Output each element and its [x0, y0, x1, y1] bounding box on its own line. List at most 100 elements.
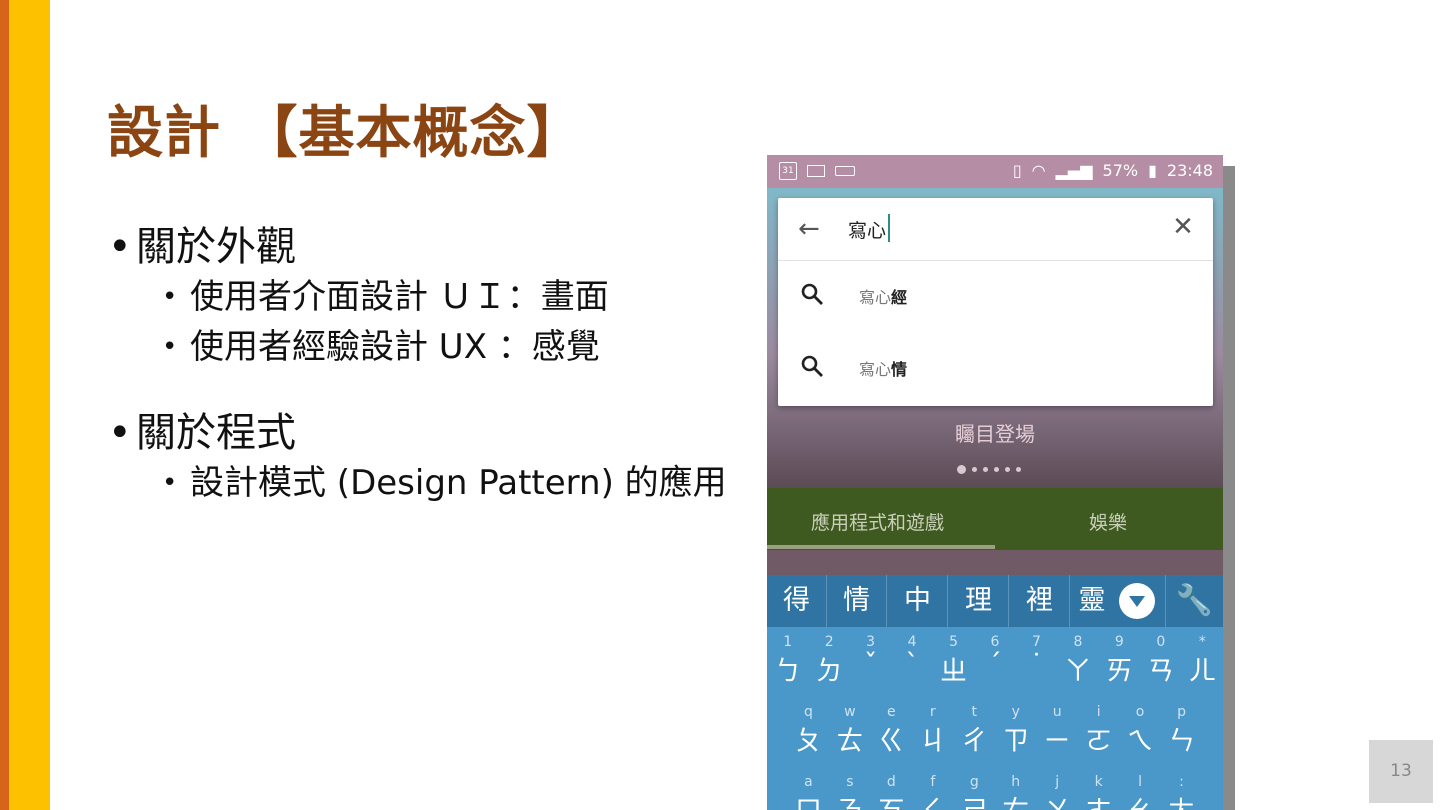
- candidate-word[interactable]: 裡: [1010, 575, 1070, 627]
- key-hint: 2: [824, 634, 834, 650]
- keyboard-key[interactable]: jㄨ: [1036, 767, 1077, 810]
- bullet-appearance: 關於外觀: [108, 222, 727, 272]
- expand-candidates-icon[interactable]: [1119, 583, 1155, 619]
- key-hint: 0: [1156, 634, 1166, 650]
- keyboard-key[interactable]: 0ㄢ: [1140, 627, 1181, 687]
- key-hint: h: [1011, 774, 1021, 790]
- accent-bar-yellow: [9, 0, 50, 810]
- search-dropdown: ← ✕ 寫心經 寫心情: [778, 198, 1213, 406]
- key-hint: 1: [783, 634, 793, 650]
- keyboard-key[interactable]: rㄐ: [912, 697, 953, 757]
- candidate-word[interactable]: 中: [888, 575, 948, 627]
- key-hint: 3: [866, 634, 876, 650]
- candidate-word[interactable]: 理: [949, 575, 1009, 627]
- keyboard-key[interactable]: 3ˇ: [850, 627, 891, 687]
- keyboard-key[interactable]: aㄇ: [788, 767, 829, 810]
- key-hint: p: [1177, 704, 1186, 720]
- suggestion-item[interactable]: 寫心經: [778, 260, 1213, 332]
- key-symbol: ˋ: [905, 649, 919, 680]
- keyboard-key[interactable]: kㄜ: [1078, 767, 1119, 810]
- key-symbol: ㄤ: [1161, 789, 1202, 810]
- image-icon: [807, 165, 825, 177]
- key-symbol: ˊ: [988, 649, 1002, 680]
- key-hint: u: [1052, 704, 1062, 720]
- key-symbol: ㄛ: [1085, 726, 1113, 757]
- keyboard-key[interactable]: pㄣ: [1161, 697, 1202, 757]
- keyboard-key[interactable]: iㄛ: [1078, 697, 1119, 757]
- keyboard-key[interactable]: 2ㄉ: [808, 627, 849, 687]
- candidate-word[interactable]: 靈: [1071, 575, 1113, 627]
- keyboard-key[interactable]: sㄋ: [829, 767, 870, 810]
- keyboard-key[interactable]: 1ㄅ: [767, 627, 808, 687]
- key-hint: 9: [1114, 634, 1124, 650]
- back-arrow-icon[interactable]: ←: [798, 214, 824, 244]
- tab-apps-games[interactable]: 應用程式和遊戲: [811, 508, 944, 535]
- key-symbol: ㄉ: [815, 656, 843, 687]
- key-hint: i: [1096, 704, 1101, 720]
- keyboard-key[interactable]: :ㄤ: [1161, 767, 1202, 810]
- close-icon[interactable]: ✕: [1170, 212, 1196, 242]
- keyboard-key[interactable]: oㄟ: [1119, 697, 1160, 757]
- keyboard-key[interactable]: qㄆ: [788, 697, 829, 757]
- keyboard-key[interactable]: tㄔ: [954, 697, 995, 757]
- key-symbol: ㄠ: [1119, 789, 1160, 810]
- banner-caption: 矚目登場: [955, 422, 1035, 446]
- keyboard-key[interactable]: 6ˊ: [974, 627, 1015, 687]
- key-symbol: ㄐ: [919, 726, 947, 757]
- key-symbol: ㄧ: [1043, 726, 1071, 757]
- keyboard-key[interactable]: 4ˋ: [891, 627, 932, 687]
- sub-bullet-ui: 使用者介面設計 ＵＩ：畫面: [108, 272, 727, 322]
- key-symbol: ㄚ: [1064, 656, 1092, 687]
- keyboard-key[interactable]: uㄧ: [1036, 697, 1077, 757]
- keyboard-icon: [835, 166, 855, 176]
- candidate-word[interactable]: 情: [827, 575, 887, 627]
- keyboard-key[interactable]: wㄊ: [829, 697, 870, 757]
- key-symbol: ㄋ: [829, 789, 870, 810]
- search-icon: [801, 355, 823, 377]
- keyboard-key[interactable]: lㄠ: [1119, 767, 1160, 810]
- keyboard-key[interactable]: 8ㄚ: [1057, 627, 1098, 687]
- keyboard-key[interactable]: dㄎ: [871, 767, 912, 810]
- key-symbol: ㄘ: [995, 789, 1036, 810]
- keyboard-key[interactable]: gㄕ: [954, 767, 995, 810]
- key-symbol: ㄜ: [1078, 789, 1119, 810]
- keyboard-key[interactable]: eㄍ: [871, 697, 912, 757]
- carousel-dot: [957, 465, 966, 474]
- accent-bar-orange: [0, 0, 9, 810]
- keyboard-key[interactable]: hㄘ: [995, 767, 1036, 810]
- keyboard-key[interactable]: * ㄦ: [1182, 627, 1223, 687]
- key-hint: 7: [1031, 634, 1041, 650]
- wrench-icon[interactable]: 🔧: [1165, 575, 1223, 627]
- wifi-icon: ◠: [1031, 161, 1046, 180]
- key-hint: o: [1135, 704, 1145, 720]
- key-hint: l: [1138, 774, 1143, 790]
- key-symbol: ㄎ: [871, 789, 912, 810]
- keyboard-key[interactable]: 9ㄞ: [1099, 627, 1140, 687]
- key-hint: 5: [949, 634, 958, 650]
- key-hint: j: [1055, 774, 1060, 790]
- keyboard-key[interactable]: fㄑ: [912, 767, 953, 810]
- key-symbol: ㄍ: [877, 726, 905, 757]
- candidate-word[interactable]: 得: [767, 575, 827, 627]
- key-symbol: ㄕ: [954, 789, 995, 810]
- search-input[interactable]: [848, 215, 1148, 243]
- search-icon: [801, 283, 823, 305]
- key-symbol: ˙: [1029, 649, 1044, 680]
- bullet-program: 關於程式: [108, 408, 727, 458]
- keyboard-row-3: aㄇsㄋdㄎfㄑgㄕhㄘjㄨkㄜlㄠ:ㄤ: [767, 767, 1223, 810]
- suggestion-item[interactable]: 寫心情: [778, 332, 1213, 404]
- battery-icon: ▮: [1148, 161, 1157, 180]
- key-hint: f: [930, 774, 936, 790]
- key-hint: :: [1179, 774, 1184, 790]
- vibrate-icon: ▯: [1012, 161, 1022, 180]
- calendar-icon: 31: [779, 162, 797, 180]
- key-hint: k: [1094, 774, 1103, 790]
- keyboard-key[interactable]: yㄗ: [995, 697, 1036, 757]
- keyboard-key[interactable]: 7 ˙: [1016, 627, 1057, 687]
- keyboard-key[interactable]: 5ㄓ: [933, 627, 974, 687]
- key-symbol: ㄇ: [788, 789, 829, 810]
- tab-entertainment[interactable]: 娛樂: [1089, 508, 1127, 535]
- key-symbol: ㄢ: [1147, 656, 1175, 687]
- tab-indicator: [767, 545, 995, 549]
- key-hint: e: [887, 704, 896, 720]
